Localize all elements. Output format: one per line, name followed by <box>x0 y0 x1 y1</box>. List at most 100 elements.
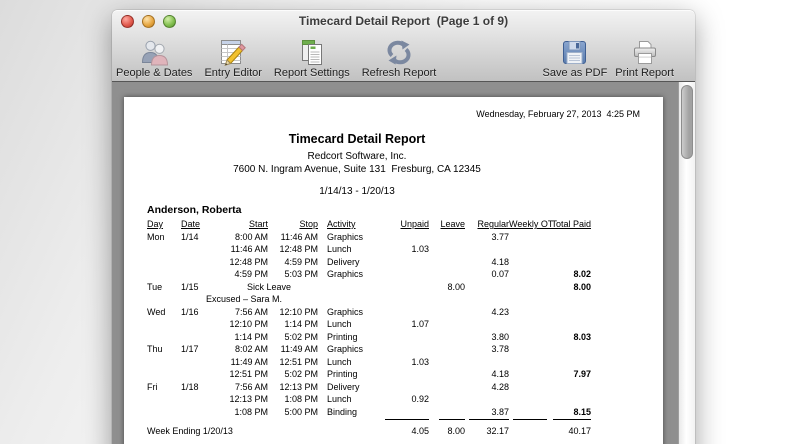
cell-leave <box>429 343 465 356</box>
minimize-button[interactable] <box>142 15 155 28</box>
titlebar[interactable]: Timecard Detail Report (Page 1 of 9) <box>112 10 695 32</box>
table-row: Fri 1/18 7:56 AM 12:13 PM Delivery 4.28 <box>124 381 644 394</box>
people-dates-button[interactable]: People & Dates <box>115 33 193 79</box>
cell-activity: Graphics <box>327 306 364 317</box>
table-row: 12:51 PM 5:02 PM Printing 4.18 7.97 <box>124 368 644 381</box>
cell-activity: Graphics <box>327 231 364 242</box>
cell-leave <box>429 243 465 256</box>
cell-date <box>181 256 220 269</box>
cell-unpaid <box>378 331 429 344</box>
refresh-report-label: Refresh Report <box>361 67 437 79</box>
cell-regular: 4.28 <box>491 381 509 392</box>
entry-editor-button[interactable]: Entry Editor <box>203 33 262 79</box>
cell-regular <box>465 281 509 294</box>
cell-date: 1/18 <box>181 381 199 392</box>
print-report-button[interactable]: Print Report <box>614 33 675 79</box>
cell-stop: 12:10 PM <box>279 306 318 317</box>
cell-total-paid <box>547 306 591 319</box>
cell-activity <box>318 281 378 294</box>
save-as-pdf-label: Save as PDF <box>542 67 608 79</box>
rule-total-paid <box>547 411 591 424</box>
cell-stop: 5:00 PM <box>284 406 318 417</box>
entry-editor-label: Entry Editor <box>204 67 262 79</box>
window-title: Timecard Detail Report (Page 1 of 9) <box>298 14 509 28</box>
cell-day <box>147 318 181 331</box>
cell-regular <box>465 318 509 331</box>
col-header-leave: Leave <box>440 219 465 229</box>
report-settings-button[interactable]: Report Settings <box>273 33 351 79</box>
cell-leave <box>429 268 465 281</box>
cell-leave <box>429 368 465 381</box>
table-row: 12:48 PM 4:59 PM Delivery 4.18 <box>124 256 644 269</box>
refresh-report-button[interactable]: Refresh Report <box>361 33 438 79</box>
cell-day <box>147 268 181 281</box>
cell-leave <box>429 393 465 406</box>
cell-day <box>147 256 181 269</box>
cell-start: 12:13 PM <box>229 394 268 404</box>
col-header-total-paid: Total Paid <box>551 219 591 229</box>
cell-leave <box>429 256 465 269</box>
cell-unpaid: 1.03 <box>411 244 429 254</box>
cell-activity: Delivery <box>327 381 360 392</box>
cell-stop: 4:59 PM <box>284 256 318 267</box>
cell-unpaid <box>378 281 429 294</box>
cell-stop: 12:51 PM <box>279 356 318 367</box>
week-ending-row: Week Ending 1/20/13 4.05 8.00 32.17 40.1… <box>124 425 644 438</box>
cell-unpaid: 1.07 <box>411 319 429 329</box>
cell-leave <box>429 331 465 344</box>
cell-day: Tue <box>147 281 163 292</box>
timecard-table: Day Date Start Stop Activity Unpaid Leav… <box>124 218 644 438</box>
cell-unpaid <box>378 306 429 319</box>
report-settings-icon <box>297 39 327 67</box>
col-header-date: Date <box>181 219 201 229</box>
cell-date <box>181 393 220 406</box>
report-address: 7600 N. Ingram Avenue, Suite 131 Fresbur… <box>233 164 481 175</box>
cell-date <box>181 318 220 331</box>
report-page: Wednesday, February 27, 2013 4:25 PM Tim… <box>124 97 663 444</box>
cell-day: Thu <box>147 344 163 354</box>
scrollbar-thumb[interactable] <box>681 85 693 159</box>
cell-date: 1/17 <box>181 344 199 354</box>
cell-start: 11:49 AM <box>230 356 268 367</box>
cell-unpaid <box>378 268 429 281</box>
table-row: Wed 1/16 7:56 AM 12:10 PM Graphics 4.23 <box>124 306 644 319</box>
table-row: 1:14 PM 5:02 PM Printing 3.80 8.03 <box>124 331 644 344</box>
col-header-day: Day <box>147 219 164 229</box>
cell-regular: 4.23 <box>491 306 509 317</box>
cell-weekly-ot <box>509 306 547 319</box>
cell-total-paid: 8.03 <box>573 331 591 342</box>
cell-leave <box>429 356 465 369</box>
col-header-activity: Activity <box>327 219 356 229</box>
cell-weekly-ot <box>509 331 547 344</box>
printer-icon <box>630 39 660 67</box>
week-total-paid: 40.17 <box>568 426 591 436</box>
zoom-button[interactable] <box>163 15 176 28</box>
cell-activity: Printing <box>327 331 358 342</box>
cell-start: 7:56 AM <box>234 306 268 317</box>
cell-total-paid <box>547 381 591 394</box>
table-row: Mon 1/14 8:00 AM 11:46 AM Graphics 3.77 <box>124 231 644 244</box>
cell-activity: Lunch <box>327 394 352 404</box>
week-total-unpaid: 4.05 <box>411 426 429 436</box>
cell-total-paid <box>547 343 591 356</box>
cell-total-paid <box>547 356 591 369</box>
cell-date <box>181 243 220 256</box>
cell-leave-span: Sick Leave <box>246 281 292 292</box>
cell-day: Fri <box>147 381 158 392</box>
cell-activity: Lunch <box>327 244 352 254</box>
scrollbar-track[interactable] <box>678 82 695 444</box>
close-button[interactable] <box>121 15 134 28</box>
cell-leave <box>429 306 465 319</box>
col-header-unpaid: Unpaid <box>400 219 429 229</box>
col-header-stop: Stop <box>299 219 318 229</box>
cell-note: Excused – Sara M. <box>206 294 283 304</box>
cell-weekly-ot <box>509 343 547 356</box>
cell-weekly-ot <box>509 281 547 294</box>
cell-date: 1/14 <box>181 231 199 242</box>
report-header: Timecard Detail Report Redcort Software,… <box>124 132 590 197</box>
cell-total-paid <box>547 393 591 406</box>
table-row: 11:49 AM 12:51 PM Lunch 1.03 <box>124 356 644 369</box>
cell-weekly-ot <box>509 368 547 381</box>
report-table-body: Mon 1/14 8:00 AM 11:46 AM Graphics 3.77 11:46 … <box>124 231 644 419</box>
save-as-pdf-button[interactable]: Save as PDF <box>541 33 608 79</box>
